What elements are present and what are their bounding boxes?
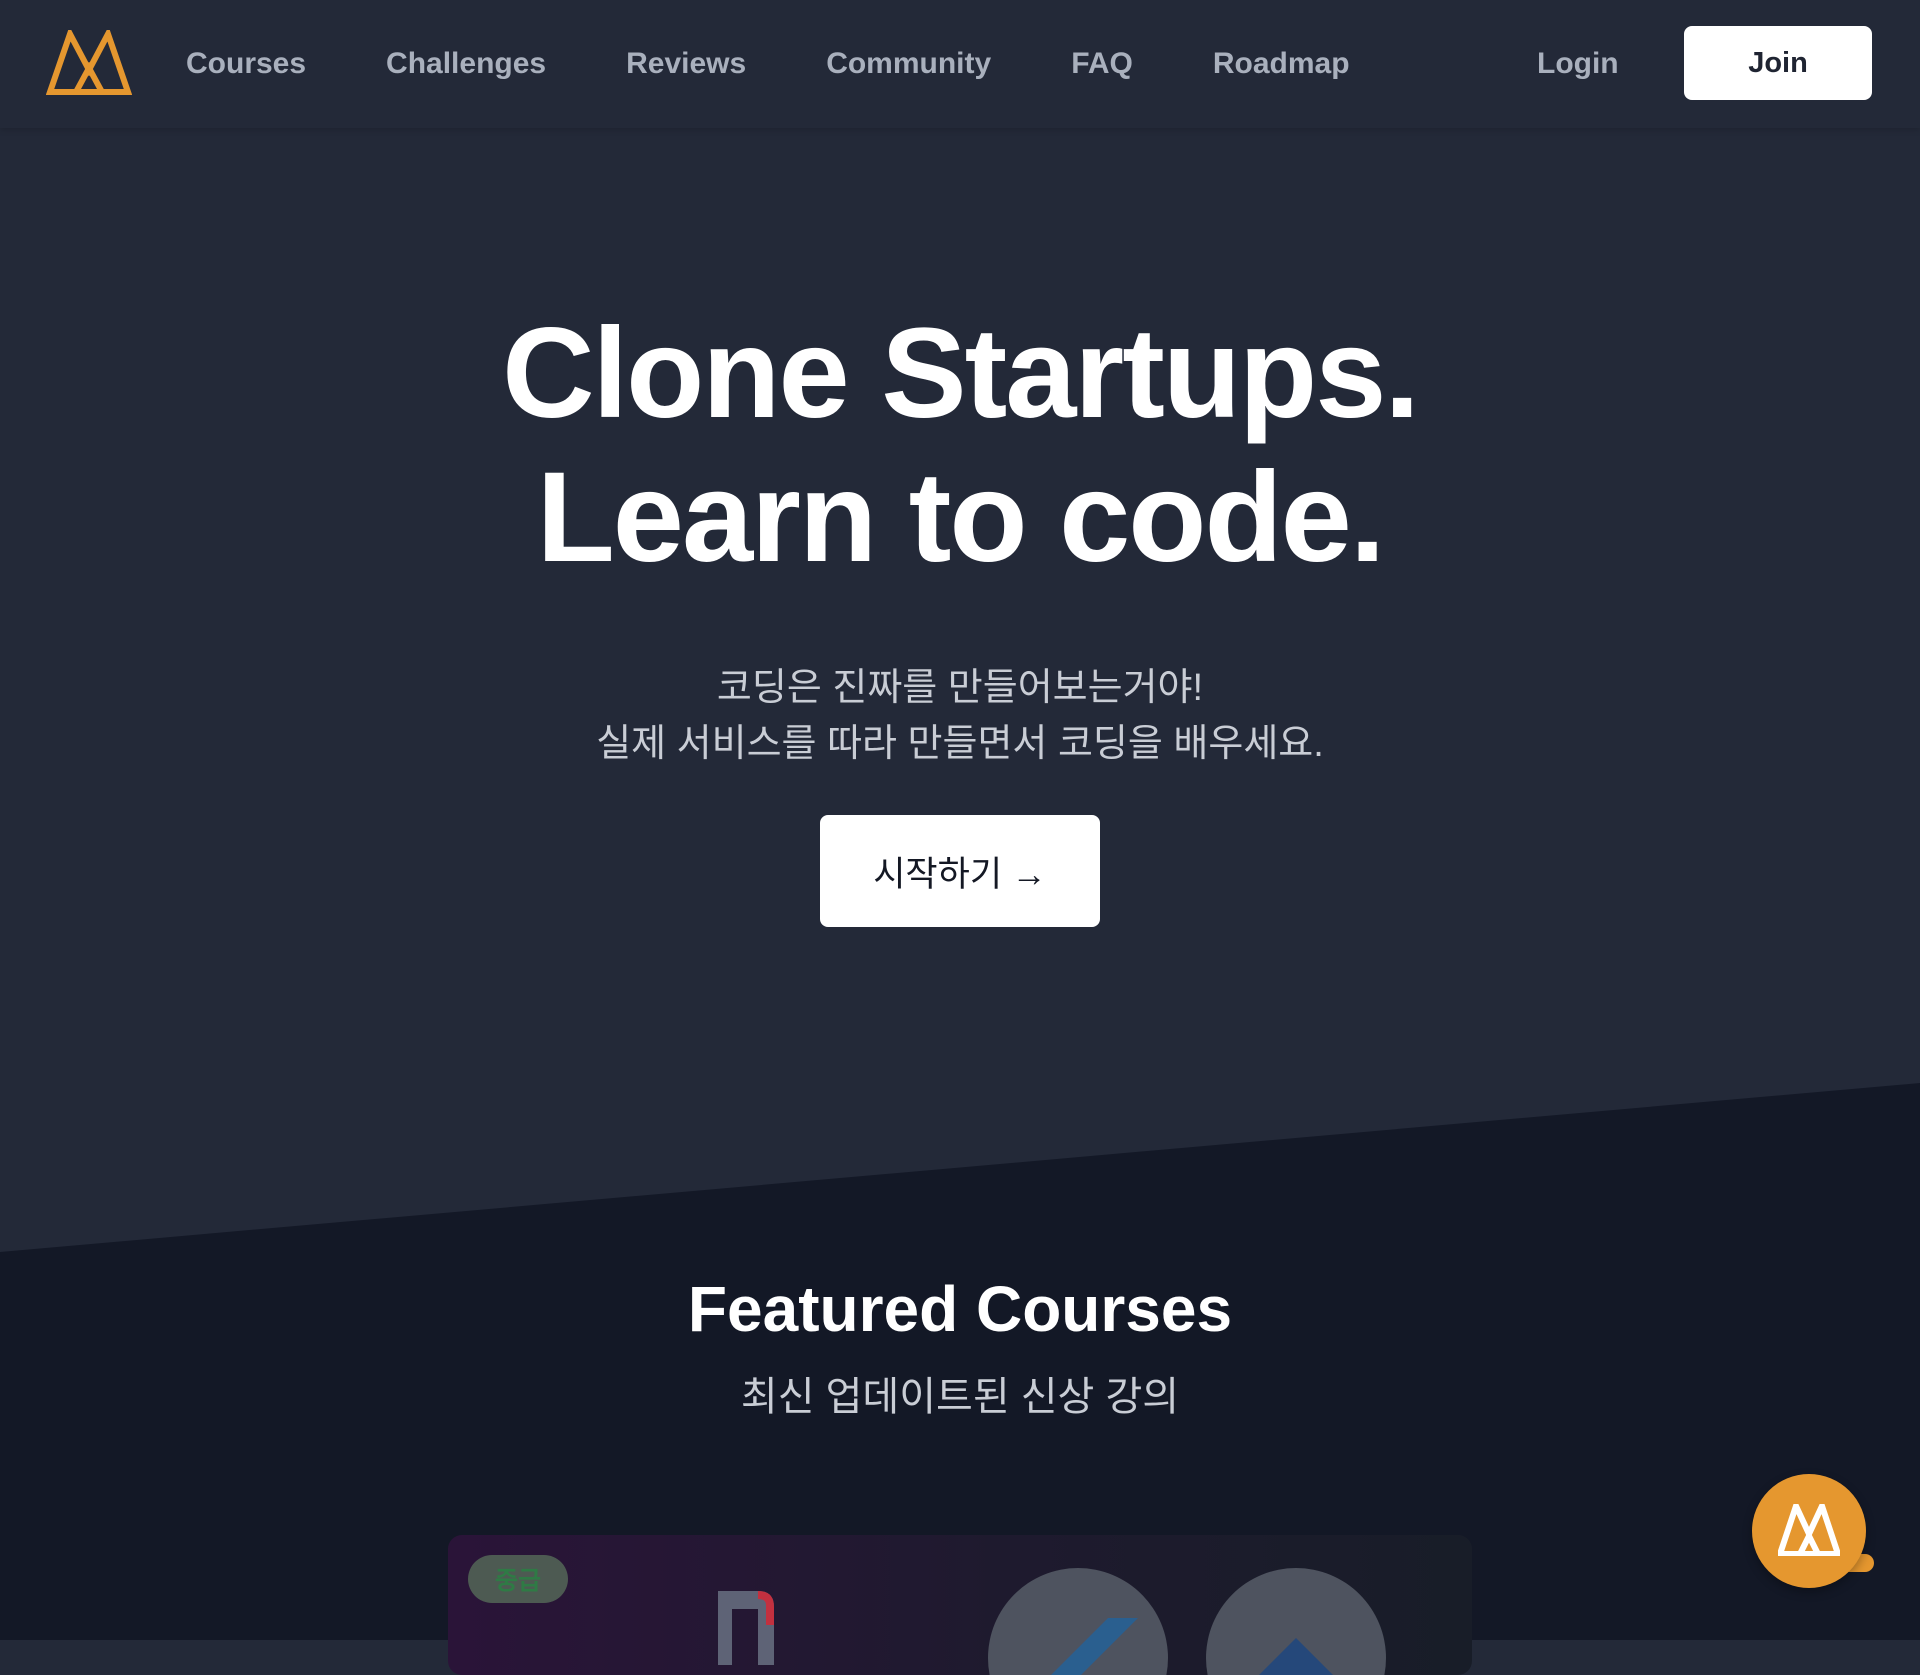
nav-community[interactable]: Community [826, 47, 991, 81]
flutter-logo-icon [988, 1568, 1168, 1675]
top-navigation-bar: Courses Challenges Reviews Community FAQ… [0, 0, 1920, 128]
chat-button[interactable] [1752, 1474, 1866, 1588]
nav-challenges[interactable]: Challenges [386, 47, 546, 81]
featured-courses-heading: Featured Courses [687, 1273, 1233, 1345]
start-button[interactable]: 시작하기 → [820, 815, 1100, 927]
main-nav: Courses Challenges Reviews Community FAQ… [186, 0, 1430, 128]
nav-roadmap[interactable]: Roadmap [1213, 47, 1350, 81]
level-badge: 중급 [468, 1555, 568, 1603]
hero-title: Clone Startups. Learn to code. [0, 302, 1920, 590]
course-thumbnail-icon [718, 1591, 774, 1665]
hero-subtitle: 코딩은 진짜를 만들어보는거야! 실제 서비스를 따라 만들면서 코딩을 배우세… [0, 660, 1920, 772]
nav-reviews[interactable]: Reviews [626, 47, 746, 81]
nomad-logo-icon[interactable] [46, 30, 132, 96]
featured-courses-subheading: 최신 업데이트된 신상 강의 [740, 1375, 1180, 1419]
hero-title-line2: Learn to code. [536, 446, 1386, 589]
nav-faq[interactable]: FAQ [1071, 47, 1133, 81]
hero-subtitle-line1: 코딩은 진짜를 만들어보는거야! [716, 667, 1204, 709]
chat-bubble-icon [1778, 1504, 1840, 1556]
course-logo-icon [1206, 1568, 1386, 1675]
hero-title-line1: Clone Startups. [502, 302, 1420, 445]
login-link[interactable]: Login [1537, 0, 1619, 128]
course-card[interactable]: 중급 [448, 1535, 1472, 1675]
join-button[interactable]: Join [1684, 26, 1872, 100]
nav-courses[interactable]: Courses [186, 47, 306, 81]
hero-subtitle-line2: 실제 서비스를 따라 만들면서 코딩을 배우세요. [596, 723, 1324, 765]
